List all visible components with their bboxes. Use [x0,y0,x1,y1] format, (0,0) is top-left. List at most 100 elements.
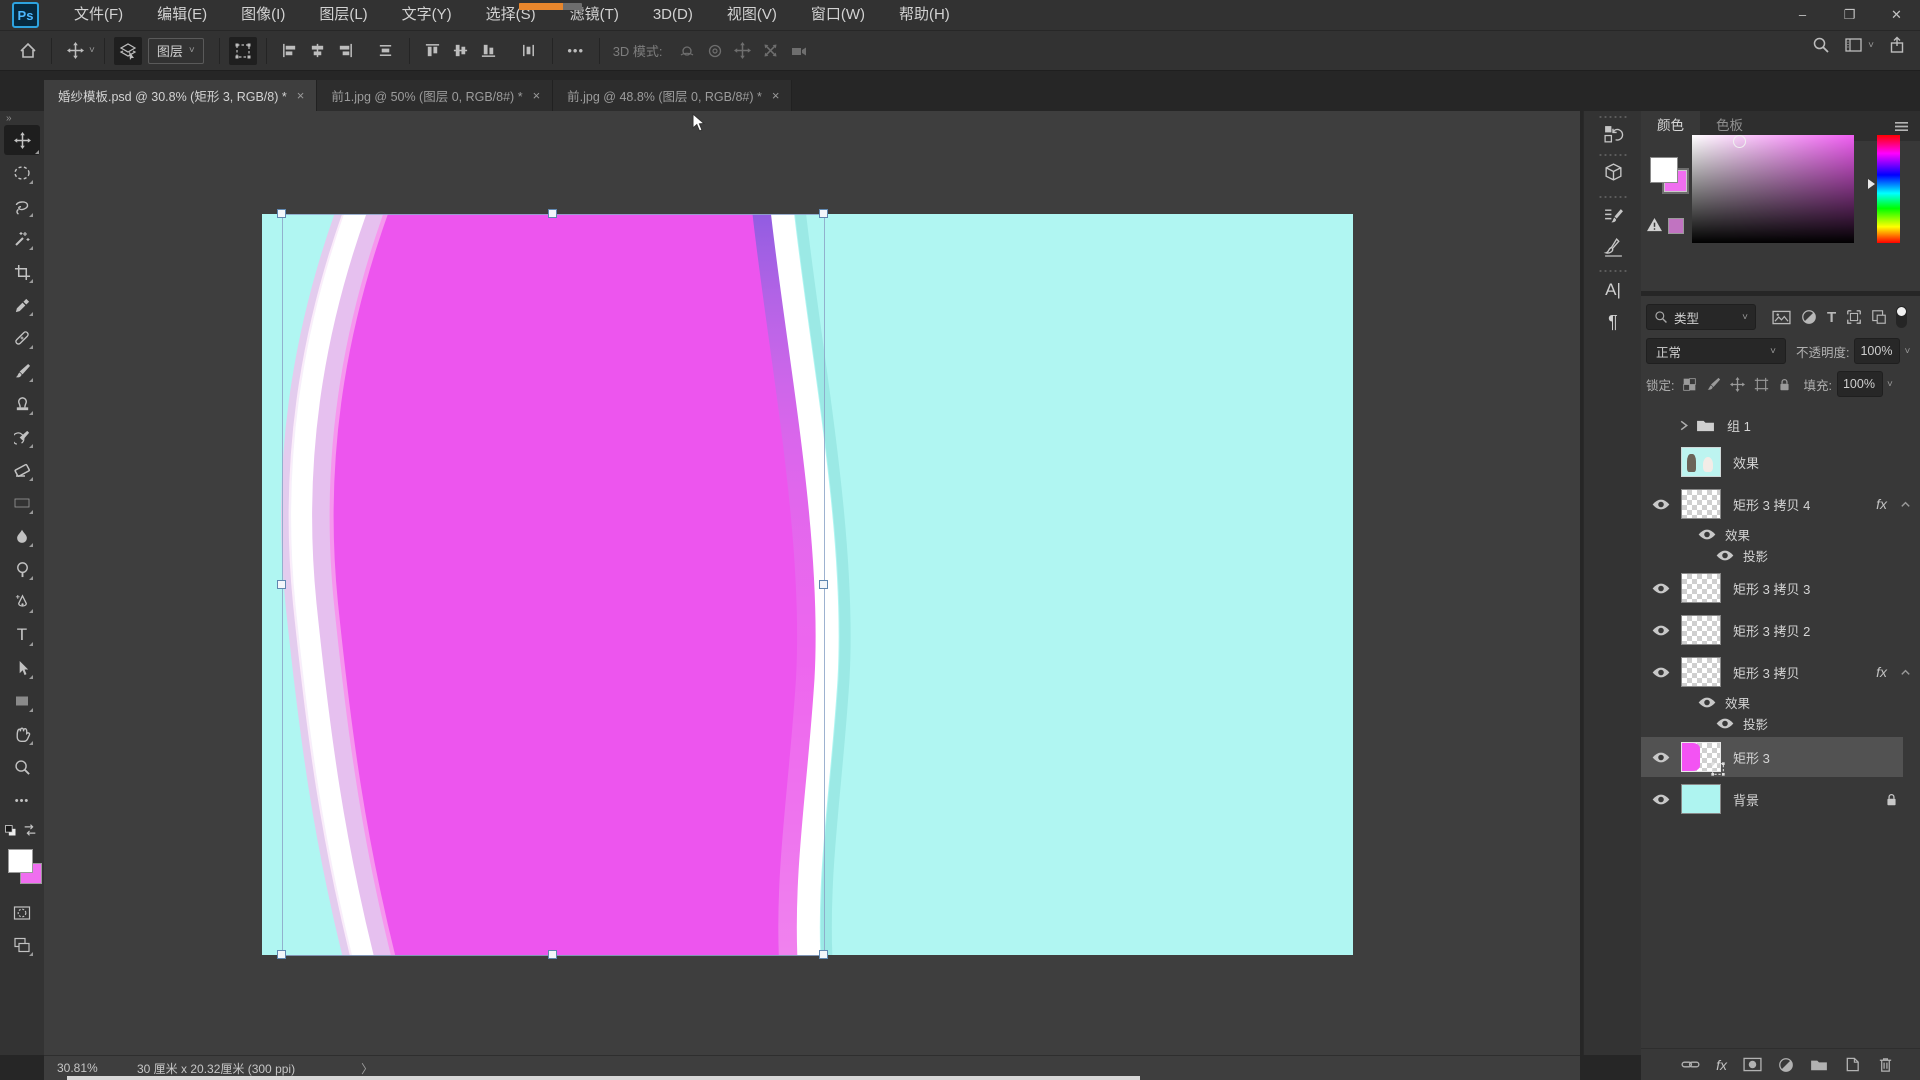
hue-slider[interactable] [1877,135,1900,243]
fx-badge[interactable]: fx [1876,496,1887,512]
character-panel-icon[interactable]: A| [1600,277,1626,303]
type-tool[interactable]: T [10,623,34,647]
close-icon[interactable]: × [297,88,305,103]
align-left-icon[interactable] [276,37,304,65]
zoom-tool[interactable] [10,755,34,779]
workspace-icon[interactable]: ˅ [1844,36,1874,54]
layer-thumbnail[interactable] [1681,657,1721,687]
move-tool-icon[interactable] [61,37,89,65]
menu-help[interactable]: 帮助(H) [882,0,967,30]
auto-select-target-dropdown[interactable]: 图层˅ [148,38,204,64]
layer-row-rect3-copy4[interactable]: 矩形 3 拷贝 4 fx [1641,484,1920,524]
canvas-area[interactable] [44,111,1580,1055]
layer-name[interactable]: 矩形 3 拷贝 4 [1733,495,1810,514]
layer-thumbnail[interactable] [1681,447,1721,477]
menu-view[interactable]: 视图(V) [710,0,794,30]
layer-thumbnail[interactable] [1681,573,1721,603]
healing-brush-tool[interactable] [10,326,34,350]
layer-fx-dropshadow-row[interactable]: 投影 [1641,545,1920,565]
quick-mask-icon[interactable] [10,901,34,925]
filter-pixel-icon[interactable] [1772,310,1791,325]
layer-thumbnail[interactable] [1681,784,1721,814]
gamut-warning-icon[interactable] [1646,217,1663,232]
layer-name[interactable]: 矩形 3 拷贝 [1733,663,1799,682]
layer-fx-dropshadow-row[interactable]: 投影 [1641,713,1920,733]
add-adjustment-icon[interactable] [1778,1057,1794,1073]
layer-name[interactable]: 矩形 3 拷贝 2 [1733,621,1810,640]
menu-window[interactable]: 窗口(W) [794,0,882,30]
visibility-eye-icon[interactable] [1641,624,1681,637]
layer-fx-effects-row[interactable]: 效果 [1641,692,1920,712]
toolbar-collapse-icon[interactable]: » [6,113,12,124]
show-transform-controls-icon[interactable] [229,37,257,65]
transform-handle-tc[interactable] [548,209,557,218]
menu-edit[interactable]: 编辑(E) [140,0,224,30]
layer-row-rect3-copy3[interactable]: 矩形 3 拷贝 3 [1641,568,1920,608]
distribute-vertical-icon[interactable] [515,37,543,65]
panel-grip[interactable] [1598,153,1628,157]
filter-type-icon[interactable]: T [1827,309,1836,326]
panel-grip[interactable] [1598,269,1628,273]
menu-3d[interactable]: 3D(D) [636,0,710,30]
filter-adjustment-icon[interactable] [1801,309,1817,325]
brush-tool[interactable] [10,359,34,383]
transform-handle-tl[interactable] [277,209,286,218]
blend-mode-dropdown[interactable]: 正常 ˅ [1646,338,1786,364]
blur-tool[interactable] [10,524,34,548]
history-brush-tool[interactable] [10,425,34,449]
link-layers-icon[interactable] [1681,1058,1700,1071]
layer-name[interactable]: 矩形 3 [1733,748,1770,767]
visibility-eye-icon[interactable] [1697,696,1717,709]
rectangle-tool[interactable] [10,689,34,713]
chevron-right-icon[interactable] [1677,419,1690,432]
visibility-eye-icon[interactable] [1715,717,1735,730]
history-panel-icon[interactable] [1600,121,1626,147]
edit-toolbar-icon[interactable]: ••• [10,789,34,813]
share-icon[interactable] [1888,36,1906,54]
close-icon[interactable]: × [533,88,541,103]
gradient-tool[interactable] [10,491,34,515]
layer-thumbnail[interactable] [1681,489,1721,519]
lasso-tool[interactable] [10,194,34,218]
document-canvas[interactable] [262,214,1353,955]
lock-artboard-icon[interactable] [1754,377,1769,392]
lock-all-icon[interactable] [1778,377,1791,392]
path-select-tool[interactable] [10,656,34,680]
layer-row-background[interactable]: 背景 [1641,779,1920,819]
more-options-icon[interactable]: ••• [562,37,590,65]
zoom-level-field[interactable]: 30.81% [57,1061,137,1075]
panel-grip[interactable] [1598,195,1628,199]
visibility-eye-icon[interactable] [1715,549,1735,562]
filter-toggle[interactable] [1896,306,1907,328]
status-chevron-icon[interactable]: 〉 [361,1060,373,1077]
gamut-color-swatch[interactable] [1668,218,1684,234]
visibility-eye-icon[interactable] [1641,751,1681,764]
visibility-eye-icon[interactable] [1641,582,1681,595]
layer-name[interactable]: 组 1 [1727,416,1751,435]
default-colors-icon[interactable] [3,823,18,838]
eraser-tool[interactable] [10,458,34,482]
visibility-eye-icon[interactable] [1641,498,1681,511]
filter-shape-icon[interactable] [1846,309,1862,325]
visibility-eye-icon[interactable] [1697,528,1717,541]
color-picker-ring[interactable] [1733,135,1746,148]
panel-grip[interactable] [1598,115,1628,119]
transform-handle-br[interactable] [819,950,828,959]
layer-name[interactable]: 效果 [1733,453,1759,472]
layer-name[interactable]: 矩形 3 拷贝 3 [1733,579,1810,598]
document-tab[interactable]: 前1.jpg @ 50% (图层 0, RGB/8#) * × [317,80,553,111]
minimize-button[interactable]: – [1779,0,1826,29]
visibility-eye-icon[interactable] [1641,793,1681,806]
close-button[interactable]: ✕ [1873,0,1920,29]
fx-badge[interactable]: fx [1876,664,1887,680]
transform-handle-tr[interactable] [819,209,828,218]
menu-file[interactable]: 文件(F) [57,0,140,30]
chevron-up-icon[interactable] [1899,498,1912,511]
add-layer-style-icon[interactable]: fx [1716,1057,1727,1073]
layer-row-rect3-copy2[interactable]: 矩形 3 拷贝 2 [1641,610,1920,650]
transform-handle-bc[interactable] [548,950,557,959]
align-middle-icon[interactable] [447,37,475,65]
align-center-icon[interactable] [304,37,332,65]
opacity-field[interactable]: 100% [1854,338,1900,364]
new-group-icon[interactable] [1810,1058,1828,1072]
